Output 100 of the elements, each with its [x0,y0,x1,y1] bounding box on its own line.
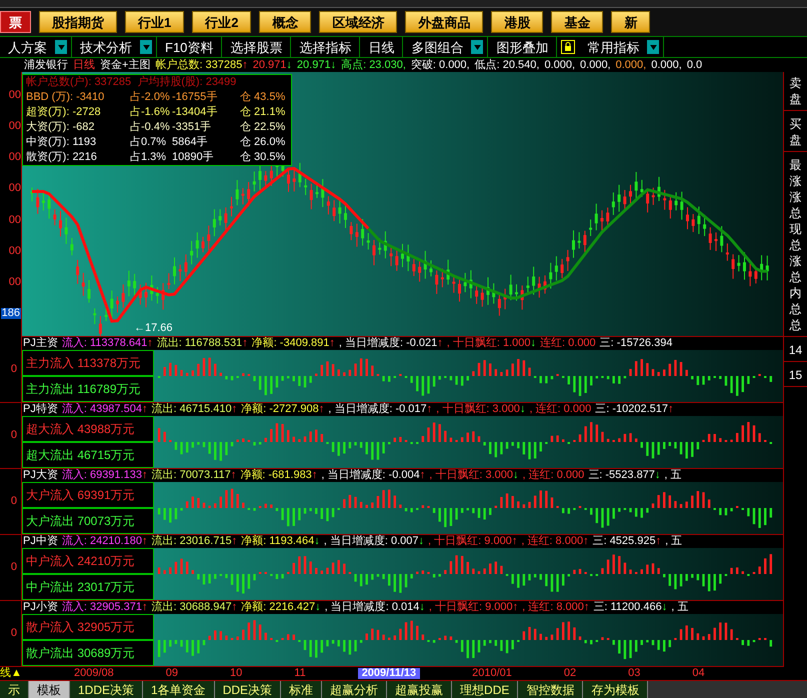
category-button[interactable]: 行业2 [192,11,252,33]
header-value: 流入: 24210.180 [62,536,142,547]
stats-name: 中资(万): 1193 [26,137,98,148]
template-tab[interactable]: 模板 [29,681,70,698]
stats-share: 占-1.6% [130,107,171,118]
category-button[interactable]: 概念 [259,11,312,33]
info-text: 突破: 0.000, [410,60,470,70]
stats-hands: 10890手 [172,152,215,163]
header-value: , 连红: 8.000 [522,602,584,613]
trend-arrow: ↑ [232,404,238,415]
outflow-legend: 中户流出 23017万元 [22,574,154,600]
axis-label: 0 [10,430,17,441]
header-value: 流出: 23016.715 [151,536,232,547]
toolbar-menu[interactable]: 技术分析 [72,40,140,54]
sidebar-label: 现 [790,222,802,236]
dropdown-icon[interactable] [647,40,660,54]
toolbar-menu[interactable]: 人方案 [0,40,55,54]
date-label: 2009/11/13 [358,668,420,679]
sidebar-label: 盘 [790,92,802,106]
stats-position: 仓 26.0% [240,137,286,148]
axis-marker: 线▲ [0,668,22,679]
template-tab[interactable]: 标准 [281,681,322,698]
axis-label: 0 [10,496,17,507]
category-button[interactable]: 基金 [551,11,604,33]
trend-arrow: ↑ [656,536,662,547]
header-value: PJ小资 [23,602,58,613]
axis-label: 00 [8,90,21,102]
info-text: 20.971 [252,60,286,70]
stats-name: 超资(万): -2728 [26,107,102,118]
info-text: 资金+主图 [100,60,150,70]
template-tab[interactable]: 1各单资金 [143,681,215,698]
toolbar-menu[interactable]: 日线 [360,40,402,54]
category-button[interactable]: 外盘商品 [405,11,484,33]
header-value: , 当日增减度: 0.007 [324,536,419,547]
trend-arrow: ↑ [584,602,590,613]
trend-arrow: ↓ [419,602,425,613]
category-button[interactable]: 区域经济 [319,11,398,33]
toolbar-menu[interactable]: 多图组合 [403,40,472,54]
axis-label: 00 [8,183,21,194]
trend-arrow: ↑ [437,338,443,349]
lock-icon[interactable] [561,40,576,54]
trend-arrow: ↑ [147,338,153,349]
header-value: 净额: -3409.891 [252,338,330,349]
axis-label: 00 [8,246,21,257]
toolbar-menu[interactable]: 常用指标 [579,40,648,54]
info-text: 0.000, [616,60,646,70]
toolbar-menu[interactable]: 选择指标 [291,40,360,54]
stats-position: 仓 43.5% [240,92,286,103]
template-tab[interactable]: 超赢投赢 [387,681,452,698]
header-value: 连红: 0.000 [540,338,596,349]
header-value: 净额: -681.983 [240,470,312,481]
template-tab[interactable]: DDE决策 [214,681,282,698]
category-button[interactable]: 行业1 [125,11,184,33]
outflow-legend: 超大流出 46715万元 [22,442,154,468]
template-tab[interactable]: 超赢分析 [322,681,388,698]
header-value: , 当日增减度: -0.021 [338,338,438,349]
date-label: 10 [230,668,242,679]
header-value: , 五 [664,470,682,481]
toolbar-menu[interactable]: F10资料 [157,40,222,54]
header-value: , 连红: 8.000 [521,536,584,547]
info-text: 0.000, [580,60,611,70]
axis-label: 0 [10,364,17,375]
trend-arrow: ↑ [420,470,426,481]
dropdown-icon[interactable] [55,40,67,54]
trend-arrow: ↑ [242,60,248,70]
trend-arrow: ↓ [654,470,660,481]
date-label: 02 [564,668,576,679]
header-value: 三: 11200.466 [593,602,662,613]
template-tab[interactable]: 理想DDE [452,681,518,698]
trend-arrow: ↓ [513,470,518,481]
sidebar-label: 卖 [790,76,802,90]
category-button[interactable]: 新 [611,11,650,33]
stats-name: BBD (万): -3410 [26,92,106,103]
stats-share: 占-0.4% [130,122,171,133]
date-label: 09 [166,668,178,679]
template-tab[interactable]: 示 [0,681,29,698]
template-tab[interactable]: 智控数据 [518,681,584,698]
header-value: 净额: 1193.464 [241,536,314,547]
header-value: 流入: 32905.371 [62,602,142,613]
category-button[interactable]: 股指期货 [39,11,117,33]
trend-arrow: ↑ [668,404,674,415]
template-tab[interactable]: 存为模板 [583,681,648,698]
toolbar-menu[interactable]: 图形叠加 [488,40,556,54]
stats-position: 仓 21.1% [240,107,286,118]
template-tab[interactable]: 1DDE决策 [70,681,144,698]
info-text: 浦发银行 [24,60,68,70]
category-button[interactable]: 票 [0,11,31,33]
header-value: , 十日飘红: 9.000 [428,536,512,547]
dropdown-icon[interactable] [140,40,152,54]
sidebar-label: 总 [790,206,802,220]
axis-label: 00 [8,214,21,226]
dropdown-icon[interactable] [471,40,484,54]
outflow-legend: 散户流出 30689万元 [22,640,154,666]
info-text: 0.000, [544,60,576,70]
header-value: 三: -10202.517 [595,404,668,415]
sidebar-label: 涨 [790,174,802,188]
inflow-legend: 散户流入 32905万元 [22,614,154,640]
trend-arrow: ↑ [232,602,238,613]
category-button[interactable]: 港股 [491,11,544,33]
toolbar-menu[interactable]: 选择股票 [222,40,290,54]
